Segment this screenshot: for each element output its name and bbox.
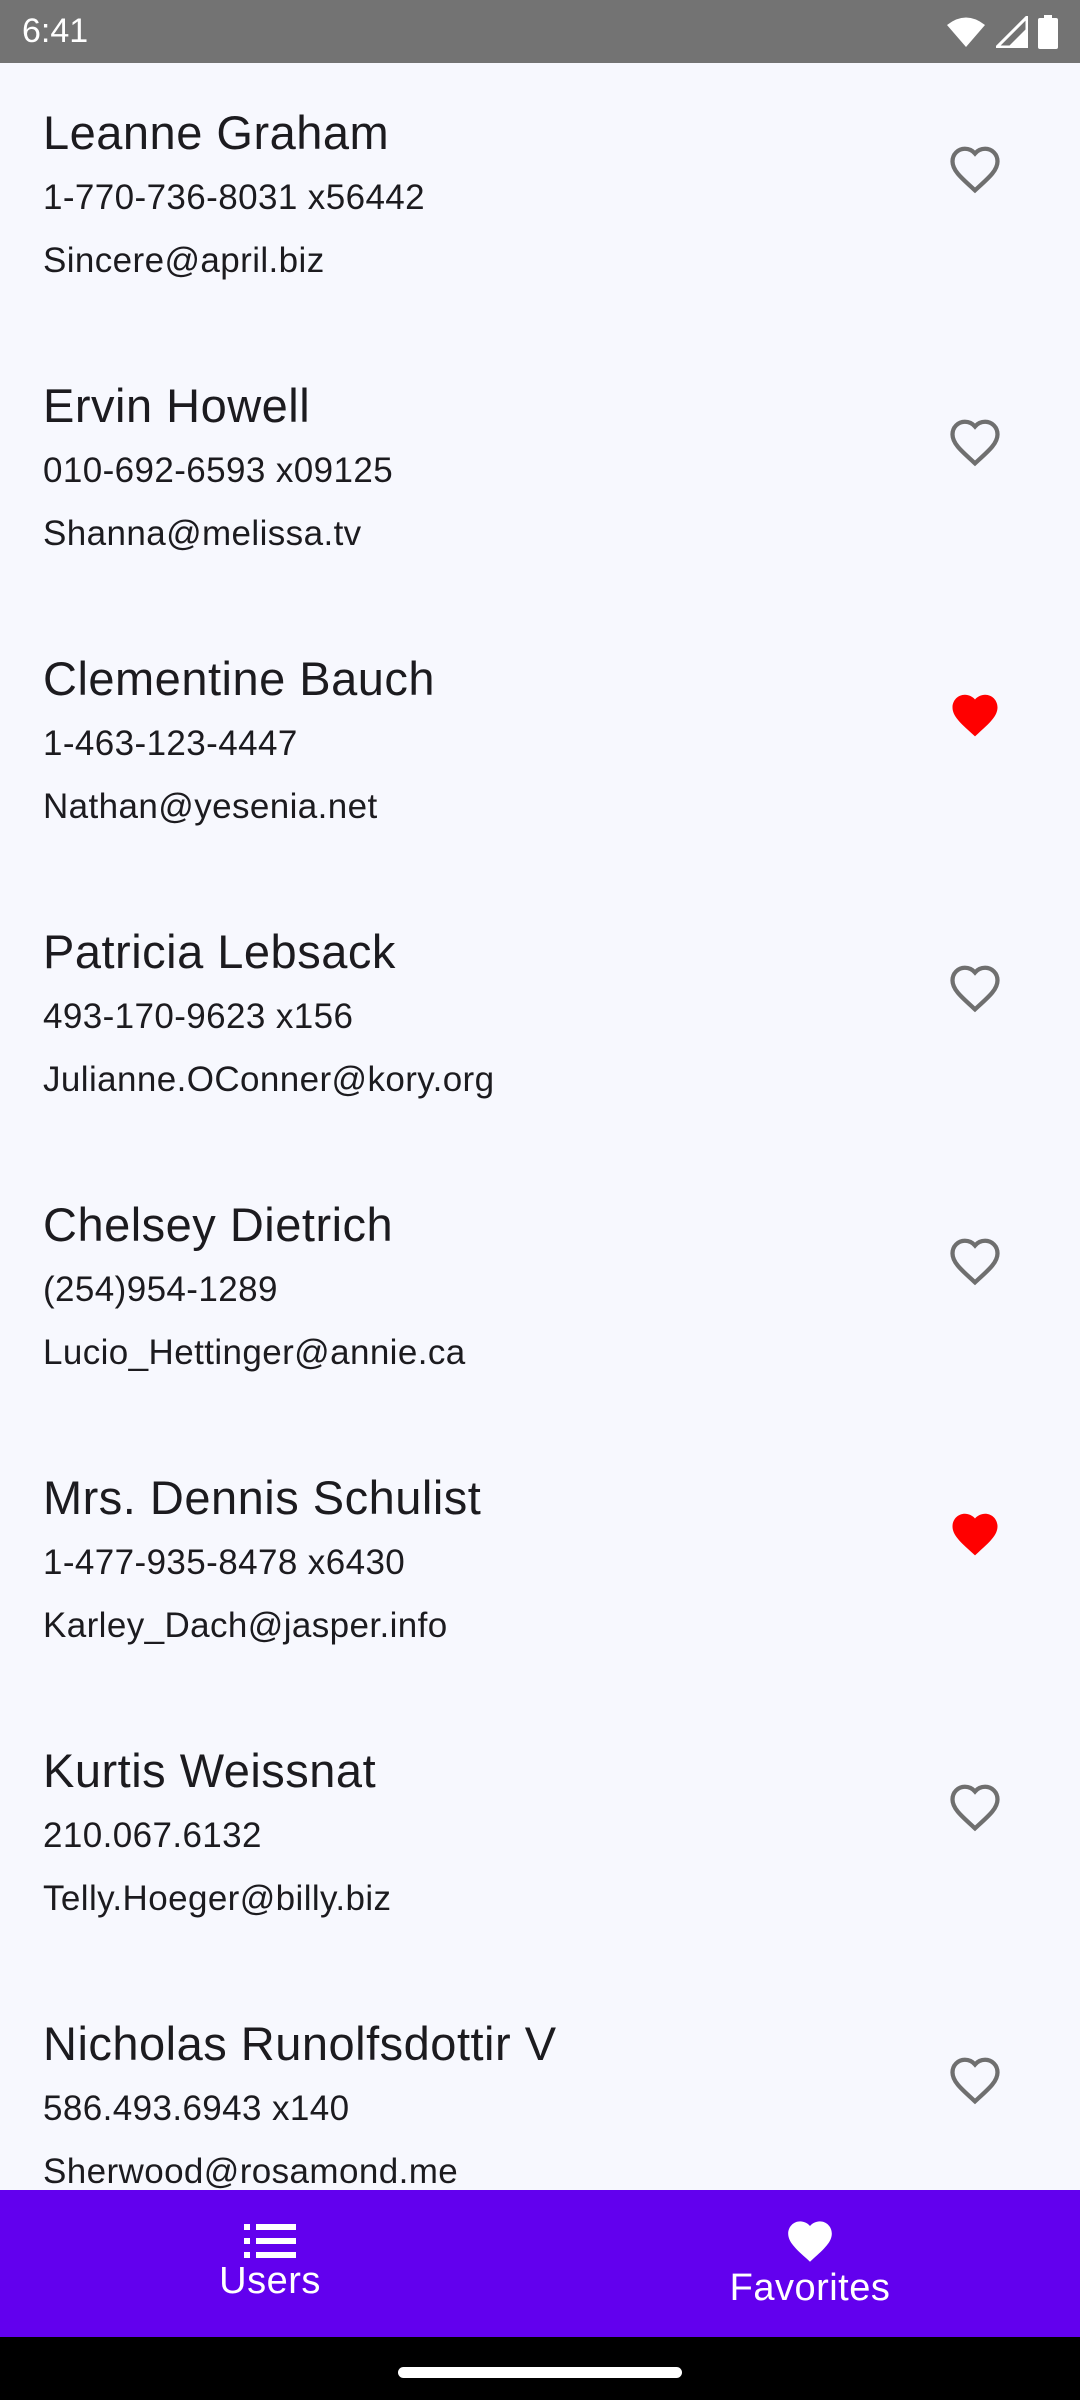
heart-filled-icon xyxy=(952,694,998,737)
user-phone: 1-463-123-4447 xyxy=(43,724,298,763)
user-list[interactable]: Leanne Graham 1-770-736-8031 x56442 Sinc… xyxy=(0,63,1080,2190)
user-list-item[interactable]: Chelsey Dietrich (254)954-1289 Lucio_Het… xyxy=(0,1155,1080,1428)
list-icon xyxy=(244,2224,296,2258)
heart-outline-icon xyxy=(950,1238,1000,1286)
user-email: Julianne.OConner@kory.org xyxy=(43,1060,495,1099)
favorite-toggle-button[interactable] xyxy=(945,412,1005,472)
heart-outline-icon xyxy=(950,965,1000,1013)
user-name: Chelsey Dietrich xyxy=(43,1198,394,1251)
user-name: Patricia Lebsack xyxy=(43,925,396,978)
gesture-navigation-bar xyxy=(0,2337,1080,2400)
user-phone: 210.067.6132 xyxy=(43,1816,262,1855)
user-email: Telly.Hoeger@billy.biz xyxy=(43,1879,392,1918)
signal-icon xyxy=(996,15,1028,48)
favorite-toggle-button[interactable] xyxy=(945,1231,1005,1291)
favorite-toggle-button[interactable] xyxy=(945,2050,1005,2110)
user-phone: (254)954-1289 xyxy=(43,1270,278,1309)
user-email: Karley_Dach@jasper.info xyxy=(43,1606,448,1645)
nav-label-users: Users xyxy=(219,2260,321,2302)
user-name: Leanne Graham xyxy=(43,106,390,159)
favorite-toggle-button[interactable] xyxy=(945,958,1005,1018)
heart-outline-icon xyxy=(950,419,1000,467)
user-list-item[interactable]: Kurtis Weissnat 210.067.6132 Telly.Hoege… xyxy=(0,1701,1080,1974)
battery-icon xyxy=(1038,14,1058,49)
bottom-navigation: Users Favorites xyxy=(0,2190,1080,2337)
status-bar: 6:41 xyxy=(0,0,1080,63)
nav-item-favorites[interactable]: Favorites xyxy=(540,2190,1080,2337)
heart-icon xyxy=(788,2221,832,2262)
heart-outline-icon xyxy=(950,2057,1000,2105)
user-name: Nicholas Runolfsdottir V xyxy=(43,2017,557,2070)
favorite-toggle-button[interactable] xyxy=(945,1777,1005,1837)
user-name: Ervin Howell xyxy=(43,379,311,432)
user-list-item[interactable]: Nicholas Runolfsdottir V 586.493.6943 x1… xyxy=(0,1974,1080,2190)
user-phone: 1-770-736-8031 x56442 xyxy=(43,178,426,217)
user-list-item[interactable]: Clementine Bauch 1-463-123-4447 Nathan@y… xyxy=(0,609,1080,882)
user-email: Sincere@april.biz xyxy=(43,241,325,280)
user-list-item[interactable]: Mrs. Dennis Schulist 1-477-935-8478 x643… xyxy=(0,1428,1080,1701)
user-list-item[interactable]: Patricia Lebsack 493-170-9623 x156 Julia… xyxy=(0,882,1080,1155)
heart-filled-icon xyxy=(952,1513,998,1556)
user-email: Lucio_Hettinger@annie.ca xyxy=(43,1333,466,1372)
user-name: Clementine Bauch xyxy=(43,652,436,705)
heart-outline-icon xyxy=(950,146,1000,194)
user-phone: 493-170-9623 x156 xyxy=(43,997,354,1036)
user-email: Sherwood@rosamond.me xyxy=(43,2152,459,2190)
user-phone: 1-477-935-8478 x6430 xyxy=(43,1543,406,1582)
user-list-item[interactable]: Ervin Howell 010-692-6593 x09125 Shanna@… xyxy=(0,336,1080,609)
user-name: Mrs. Dennis Schulist xyxy=(43,1471,482,1524)
heart-outline-icon xyxy=(950,1784,1000,1832)
user-phone: 586.493.6943 x140 xyxy=(43,2089,350,2128)
status-icons xyxy=(946,14,1058,49)
favorite-toggle-button[interactable] xyxy=(945,1504,1005,1564)
user-email: Shanna@melissa.tv xyxy=(43,514,362,553)
status-time: 6:41 xyxy=(22,12,89,50)
wifi-icon xyxy=(946,16,986,48)
user-phone: 010-692-6593 x09125 xyxy=(43,451,394,490)
nav-item-users[interactable]: Users xyxy=(0,2190,540,2337)
user-email: Nathan@yesenia.net xyxy=(43,787,378,826)
user-list-item[interactable]: Leanne Graham 1-770-736-8031 x56442 Sinc… xyxy=(0,63,1080,336)
home-gesture-handle[interactable] xyxy=(398,2367,682,2378)
favorite-toggle-button[interactable] xyxy=(945,685,1005,745)
nav-label-favorites: Favorites xyxy=(729,2267,891,2309)
favorite-toggle-button[interactable] xyxy=(945,139,1005,199)
user-name: Kurtis Weissnat xyxy=(43,1744,377,1797)
